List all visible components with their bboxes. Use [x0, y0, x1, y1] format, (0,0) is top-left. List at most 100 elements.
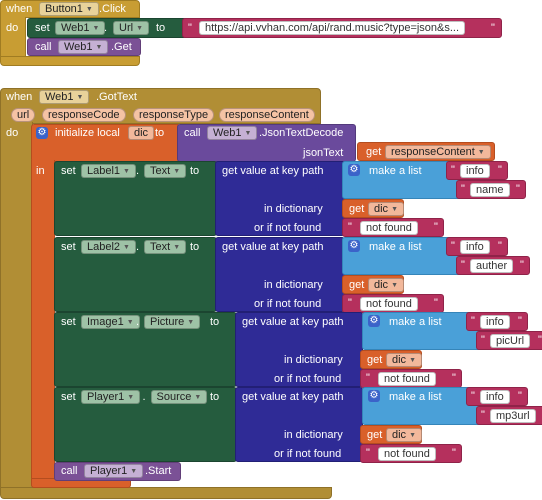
key-text-field[interactable]: auther: [470, 259, 514, 273]
key-text-field[interactable]: info: [480, 315, 510, 329]
quote-mark: ": [452, 447, 456, 459]
property-dropdown-picture[interactable]: Picture ▼: [144, 315, 201, 329]
property-dropdown-source[interactable]: Source ▼: [150, 390, 208, 404]
dropdown-arrow-icon: ▼: [187, 319, 195, 326]
key-text-field[interactable]: info: [460, 240, 490, 254]
dropdown-arrow-icon: ▼: [391, 206, 398, 213]
dropdown-arrow-icon: ▼: [123, 244, 130, 251]
not-found-text-field[interactable]: not found: [360, 221, 418, 235]
component-dropdown-button1[interactable]: Button1 ▼: [39, 2, 99, 16]
do-keyword: do: [6, 127, 19, 139]
property-dropdown-text[interactable]: Text ▼: [144, 164, 187, 178]
key-text-field[interactable]: info: [460, 164, 490, 178]
quote-mark: ": [188, 22, 192, 34]
get-variable-dropdown[interactable]: dic ▼: [368, 278, 404, 292]
quote-mark: ": [471, 390, 475, 402]
component-dropdown-web1[interactable]: Web1 ▼: [55, 21, 106, 35]
or-if-not-found-label: or if not found: [274, 373, 342, 385]
component-dropdown-player1[interactable]: Player1 ▼: [84, 464, 144, 478]
or-if-not-found-label: or if not found: [254, 298, 322, 310]
to-keyword: to: [210, 316, 220, 328]
quote-mark: ": [498, 240, 502, 252]
dropdown-arrow-icon: ▼: [409, 357, 416, 364]
in-dictionary-label: in dictionary: [284, 354, 343, 366]
get-value-at-key-path-label: get value at key path: [222, 241, 324, 253]
or-if-not-found-label: or if not found: [274, 448, 342, 460]
quote-mark: ": [481, 334, 485, 346]
component-dropdown-label2[interactable]: Label2 ▼: [81, 240, 136, 254]
not-found-text-field[interactable]: not found: [378, 447, 436, 461]
set-keyword: set: [61, 165, 76, 177]
button1-click-event-foot: [0, 56, 140, 66]
get-variable-dropdown[interactable]: dic ▼: [386, 353, 422, 367]
gear-icon[interactable]: ⚙: [368, 390, 380, 402]
quote-mark: ": [452, 372, 456, 384]
key-text-field[interactable]: mp3url: [490, 409, 536, 423]
call-keyword: call: [184, 127, 201, 139]
quote-mark: ": [518, 390, 522, 402]
dropdown-arrow-icon: ▼: [477, 149, 485, 156]
when-keyword: when: [6, 3, 33, 15]
call-keyword: call: [35, 41, 52, 53]
component-name: Image1: [87, 316, 124, 328]
param-url[interactable]: url: [11, 108, 36, 122]
initialize-local-label: initialize local: [55, 127, 120, 139]
param-response-content[interactable]: responseContent: [219, 108, 315, 122]
method-name: .Get: [111, 41, 132, 53]
get-variable-dropdown[interactable]: dic ▼: [368, 202, 404, 216]
to-keyword: to: [190, 165, 200, 177]
gear-icon[interactable]: ⚙: [348, 164, 360, 176]
dropdown-arrow-icon: ▼: [85, 6, 93, 13]
not-found-text-field[interactable]: not found: [378, 372, 436, 386]
property-name: Source: [156, 391, 192, 403]
web1-gottext-event-body: [0, 122, 33, 492]
to-keyword: to: [190, 241, 200, 253]
gear-icon[interactable]: ⚙: [368, 315, 380, 327]
get-variable-dropdown[interactable]: responseContent ▼: [385, 145, 491, 159]
gear-icon[interactable]: ⚙: [348, 240, 360, 252]
component-dropdown-web1[interactable]: Web1 ▼: [58, 40, 109, 54]
property-dropdown-text[interactable]: Text ▼: [144, 240, 187, 254]
get-keyword: get: [349, 279, 365, 291]
param-response-code[interactable]: responseCode: [42, 108, 126, 122]
component-dropdown-web1[interactable]: Web1 ▼: [207, 126, 258, 140]
url-text-field[interactable]: https://api.vvhan.com/api/rand.music?typ…: [199, 21, 466, 35]
make-a-list-label: make a list: [389, 316, 442, 328]
quote-mark: ": [471, 315, 475, 327]
set-keyword: set: [61, 391, 76, 403]
method-name: .JsonTextDecode: [259, 127, 344, 139]
component-dropdown-image1[interactable]: Image1 ▼: [81, 315, 140, 329]
dropdown-arrow-icon: ▼: [130, 468, 138, 475]
dropdown-arrow-icon: ▼: [194, 394, 202, 401]
get-keyword: get: [367, 429, 383, 441]
variable-name: dic: [374, 203, 389, 215]
web1-gottext-event-foot: [0, 487, 332, 499]
local-variable-name[interactable]: dic: [128, 126, 155, 140]
get-variable-dropdown[interactable]: dic ▼: [386, 428, 422, 442]
variable-name: dic: [374, 279, 389, 291]
property-dropdown-url[interactable]: Url ▼: [113, 21, 149, 35]
key-text-field[interactable]: name: [470, 183, 510, 197]
get-keyword: get: [349, 203, 365, 215]
set-keyword: set: [61, 241, 76, 253]
dot-separator: .: [136, 241, 140, 253]
param-response-type[interactable]: responseType: [133, 108, 215, 122]
gear-icon[interactable]: ⚙: [36, 127, 48, 139]
dot-separator: .: [104, 22, 108, 34]
key-text-field[interactable]: picUrl: [490, 334, 531, 348]
dropdown-arrow-icon: ▼: [76, 94, 84, 101]
component-name: Label1: [87, 165, 121, 177]
component-dropdown-web1[interactable]: Web1 ▼: [39, 90, 90, 104]
not-found-text-field[interactable]: not found: [360, 297, 418, 311]
key-text-field[interactable]: info: [480, 390, 510, 404]
in-keyword: in: [36, 165, 45, 177]
component-dropdown-player1[interactable]: Player1 ▼: [81, 390, 141, 404]
dot-separator: .: [142, 391, 146, 403]
quote-mark: ": [461, 259, 465, 271]
quote-mark: ": [434, 297, 438, 309]
component-name: Label2: [87, 241, 121, 253]
get-value-at-key-path-label: get value at key path: [222, 165, 324, 177]
component-dropdown-label1[interactable]: Label1 ▼: [81, 164, 136, 178]
quote-mark: ": [491, 22, 495, 34]
json-text-socket-label: jsonText: [303, 147, 344, 159]
